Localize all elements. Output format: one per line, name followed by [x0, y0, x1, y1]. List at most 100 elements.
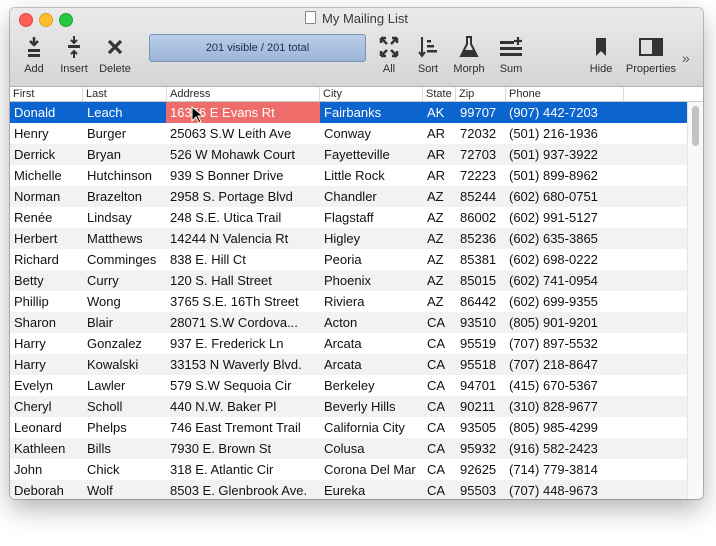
- cell-city[interactable]: Arcata: [324, 333, 422, 354]
- cell-phone[interactable]: (707) 448-9673: [509, 480, 629, 499]
- cell-address[interactable]: 120 S. Hall Street: [170, 270, 320, 291]
- cell-last[interactable]: Phelps: [87, 417, 167, 438]
- table-row[interactable]: Harry Gonzalez 937 E. Frederick Ln Arcata CA…: [10, 333, 687, 354]
- cell-first[interactable]: Donald: [14, 102, 82, 123]
- cell-address[interactable]: 318 E. Atlantic Cir: [170, 459, 320, 480]
- cell-state[interactable]: CA: [427, 417, 455, 438]
- cell-city[interactable]: Fairbanks: [324, 102, 422, 123]
- cell-first[interactable]: Michelle: [14, 165, 82, 186]
- cell-first[interactable]: Norman: [14, 186, 82, 207]
- table-row[interactable]: Norman Brazelton 2958 S. Portage Blvd Chand…: [10, 186, 687, 207]
- cell-state[interactable]: AR: [427, 165, 455, 186]
- cell-state[interactable]: AZ: [427, 249, 455, 270]
- cell-state[interactable]: CA: [427, 333, 455, 354]
- cell-zip[interactable]: 95932: [460, 438, 504, 459]
- cell-first[interactable]: Henry: [14, 123, 82, 144]
- cell-zip[interactable]: 99707: [460, 102, 504, 123]
- cell-zip[interactable]: 86002: [460, 207, 504, 228]
- cell-last[interactable]: Scholl: [87, 396, 167, 417]
- cell-address[interactable]: 16356 E Evans Rt: [166, 102, 320, 123]
- cell-last[interactable]: Wong: [87, 291, 167, 312]
- table-row[interactable]: Sharon Blair 28071 S.W Cordova... Acton CA 93…: [10, 312, 687, 333]
- column-header-phone[interactable]: Phone: [506, 87, 624, 101]
- cell-first[interactable]: Kathleen: [14, 438, 82, 459]
- table-row[interactable]: Derrick Bryan 526 W Mohawk Court Fayettevil…: [10, 144, 687, 165]
- cell-phone[interactable]: (415) 670-5367: [509, 375, 629, 396]
- cell-city[interactable]: Colusa: [324, 438, 422, 459]
- cell-first[interactable]: Betty: [14, 270, 82, 291]
- scrollbar-thumb[interactable]: [692, 106, 699, 146]
- table-row[interactable]: Harry Kowalski 33153 N Waverly Blvd. Arcata…: [10, 354, 687, 375]
- column-header-state[interactable]: State: [423, 87, 456, 101]
- cell-last[interactable]: Kowalski: [87, 354, 167, 375]
- delete-button[interactable]: Delete: [97, 35, 133, 75]
- cell-city[interactable]: California City: [324, 417, 422, 438]
- cell-city[interactable]: Phoenix: [324, 270, 422, 291]
- cell-address[interactable]: 14244 N Valencia Rt: [170, 228, 320, 249]
- cell-first[interactable]: Evelyn: [14, 375, 82, 396]
- cell-first[interactable]: Herbert: [14, 228, 82, 249]
- cell-address[interactable]: 33153 N Waverly Blvd.: [170, 354, 320, 375]
- table-row[interactable]: Michelle Hutchinson 939 S Bonner Drive Litt…: [10, 165, 687, 186]
- cell-state[interactable]: CA: [427, 354, 455, 375]
- cell-zip[interactable]: 92625: [460, 459, 504, 480]
- cell-first[interactable]: Phillip: [14, 291, 82, 312]
- cell-zip[interactable]: 90211: [460, 396, 504, 417]
- cell-state[interactable]: CA: [427, 438, 455, 459]
- cell-city[interactable]: Beverly Hills: [324, 396, 422, 417]
- cell-state[interactable]: CA: [427, 459, 455, 480]
- table-row[interactable]: Cheryl Scholl 440 N.W. Baker Pl Beverly Hil…: [10, 396, 687, 417]
- properties-button[interactable]: Properties: [623, 35, 679, 75]
- cell-phone[interactable]: (805) 901-9201: [509, 312, 629, 333]
- cell-city[interactable]: Little Rock: [324, 165, 422, 186]
- cell-address[interactable]: 579 S.W Sequoia Cir: [170, 375, 320, 396]
- cell-phone[interactable]: (602) 680-0751: [509, 186, 629, 207]
- cell-zip[interactable]: 86442: [460, 291, 504, 312]
- column-header-last[interactable]: Last: [83, 87, 167, 101]
- cell-last[interactable]: Lindsay: [87, 207, 167, 228]
- cell-phone[interactable]: (602) 635-3865: [509, 228, 629, 249]
- cell-zip[interactable]: 72223: [460, 165, 504, 186]
- column-header-address[interactable]: Address: [167, 87, 320, 101]
- cell-first[interactable]: Leonard: [14, 417, 82, 438]
- cell-address[interactable]: 8503 E. Glenbrook Ave.: [170, 480, 320, 499]
- cell-city[interactable]: Riviera: [324, 291, 422, 312]
- cell-zip[interactable]: 94701: [460, 375, 504, 396]
- cell-address[interactable]: 937 E. Frederick Ln: [170, 333, 320, 354]
- morph-button[interactable]: Morph: [451, 35, 487, 75]
- cell-city[interactable]: Conway: [324, 123, 422, 144]
- cell-state[interactable]: AZ: [427, 270, 455, 291]
- table-row[interactable]: John Chick 318 E. Atlantic Cir Corona Del M…: [10, 459, 687, 480]
- vertical-scrollbar[interactable]: [687, 102, 703, 499]
- table-row[interactable]: Herbert Matthews 14244 N Valencia Rt Higley…: [10, 228, 687, 249]
- all-button[interactable]: All: [376, 35, 402, 75]
- cell-phone[interactable]: (501) 216-1936: [509, 123, 629, 144]
- cell-phone[interactable]: (916) 582-2423: [509, 438, 629, 459]
- cell-last[interactable]: Curry: [87, 270, 167, 291]
- cell-first[interactable]: Cheryl: [14, 396, 82, 417]
- table-row[interactable]: Donald Leach 16356 E Evans Rt Fairbanks AK 99…: [10, 102, 687, 123]
- column-header-first[interactable]: First: [10, 87, 83, 101]
- cell-phone[interactable]: (907) 442-7203: [509, 102, 629, 123]
- cell-zip[interactable]: 85244: [460, 186, 504, 207]
- cell-zip[interactable]: 85381: [460, 249, 504, 270]
- cell-state[interactable]: AZ: [427, 207, 455, 228]
- cell-first[interactable]: Derrick: [14, 144, 82, 165]
- cell-address[interactable]: 248 S.E. Utica Trail: [170, 207, 320, 228]
- cell-address[interactable]: 939 S Bonner Drive: [170, 165, 320, 186]
- cell-phone[interactable]: (602) 699-9355: [509, 291, 629, 312]
- cell-phone[interactable]: (501) 937-3922: [509, 144, 629, 165]
- cell-state[interactable]: AR: [427, 144, 455, 165]
- sum-button[interactable]: Sum: [496, 35, 526, 75]
- cell-state[interactable]: AZ: [427, 228, 455, 249]
- cell-city[interactable]: Peoria: [324, 249, 422, 270]
- cell-city[interactable]: Berkeley: [324, 375, 422, 396]
- cell-phone[interactable]: (714) 779-3814: [509, 459, 629, 480]
- cell-first[interactable]: Renée: [14, 207, 82, 228]
- cell-last[interactable]: Brazelton: [87, 186, 167, 207]
- cell-zip[interactable]: 93510: [460, 312, 504, 333]
- cell-address[interactable]: 28071 S.W Cordova...: [170, 312, 320, 333]
- cell-city[interactable]: Higley: [324, 228, 422, 249]
- cell-state[interactable]: AK: [427, 102, 455, 123]
- add-button[interactable]: Add: [20, 35, 48, 75]
